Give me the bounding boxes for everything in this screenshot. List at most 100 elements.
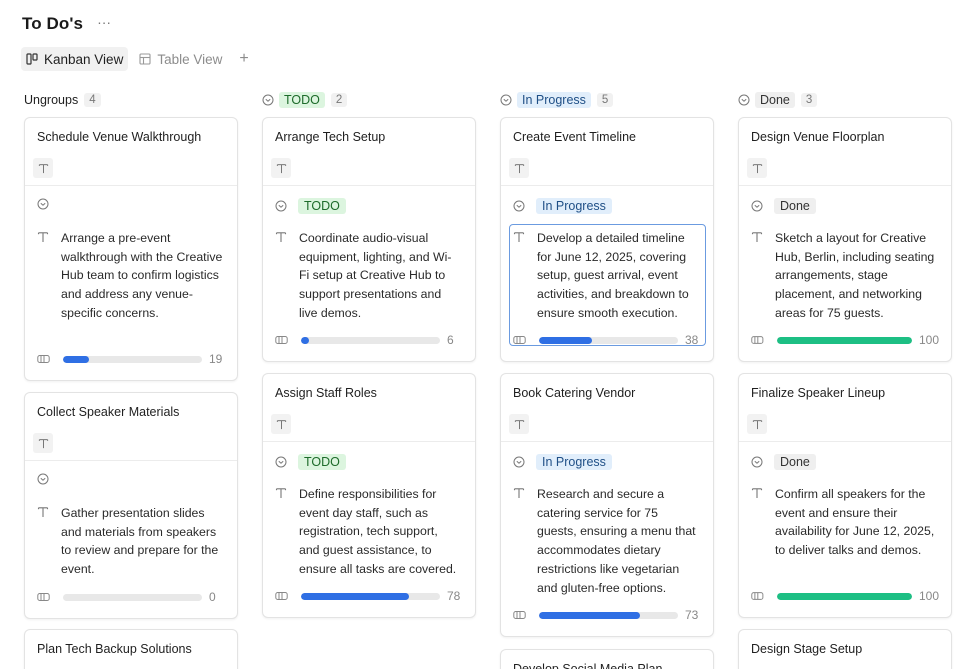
task-card[interactable]: Book Catering Vendor In Progress Research … [500,373,714,637]
card-description[interactable]: Confirm all speakers for the event and e… [775,485,943,560]
card-divider [263,441,475,442]
task-card[interactable]: Design Venue Floorplan Done Sketch a layou… [738,117,952,362]
column-header[interactable]: In Progress 5 [500,90,614,109]
progress-bar[interactable] [539,611,678,619]
text-property-badge [33,433,53,453]
progress-fill [539,611,641,619]
status-icon [738,94,750,105]
text-type-icon [38,438,48,448]
card-title: Book Catering Vendor [513,386,636,400]
task-card[interactable]: Collect Speaker Materials Gather presenta… [24,392,238,619]
progress-bar[interactable] [301,336,440,344]
progress-bar[interactable] [301,592,440,600]
text-property-badge [747,158,767,178]
progress-value: 6 [447,333,454,347]
tab-label: Table View [157,51,223,67]
card-description[interactable]: Gather presentation slides and materials… [61,504,229,579]
progress-bar[interactable] [63,593,202,601]
status-badge[interactable]: In Progress [536,454,612,470]
status-row: TODO [275,454,346,470]
card-divider [501,185,713,186]
view-tabs: Kanban View Table View + [21,47,249,71]
status-badge[interactable]: TODO [298,198,346,214]
progress-fill [776,336,912,344]
status-icon [751,200,763,212]
column-header[interactable]: Done 3 [738,90,818,109]
progress-row: 100 [751,589,939,603]
description-row: Research and secure a catering service f… [513,485,705,597]
add-view-button[interactable]: + [239,51,248,67]
progress-bar[interactable] [539,336,678,344]
card-title: Design Venue Floorplan [751,130,885,144]
progress-icon [751,592,764,600]
task-card[interactable]: Create Event Timeline In Progress Develop … [500,117,714,362]
progress-value: 73 [685,608,699,622]
card-title: Plan Tech Backup Solutions [37,642,192,656]
task-card[interactable]: Schedule Venue Walkthrough Arrange a pre-… [24,117,238,381]
card-divider [25,185,237,186]
status-icon [37,198,49,210]
page-header: To Do's ··· [22,14,111,34]
status-badge[interactable]: Done [774,198,816,214]
progress-bar[interactable] [63,355,202,363]
status-icon [751,456,763,468]
card-description[interactable]: Research and secure a catering service f… [537,485,705,597]
card-divider [263,185,475,186]
task-card[interactable]: Design Stage Setup [738,629,952,669]
tab-table-view[interactable]: Table View [134,47,227,71]
column-count: 4 [84,92,101,107]
status-badge[interactable]: In Progress [536,198,612,214]
progress-bar[interactable] [776,336,912,344]
text-icon [37,507,49,517]
progress-row: 19 [37,352,225,366]
status-row: In Progress [513,454,612,470]
description-row: Gather presentation slides and materials… [37,504,229,579]
progress-icon [513,611,526,619]
status-icon [500,94,512,105]
progress-fill [301,336,310,344]
status-icon [513,456,525,468]
card-divider [739,185,951,186]
progress-value: 100 [918,589,939,603]
column-label: Ungroups [24,92,79,107]
column-header[interactable]: TODO 2 [262,90,348,109]
more-options-button[interactable]: ··· [97,15,111,33]
status-badge[interactable]: Done [774,454,816,470]
progress-icon [751,336,764,344]
status-row [37,198,49,210]
text-type-icon [752,163,762,173]
task-card[interactable]: Plan Tech Backup Solutions [24,629,238,669]
card-description[interactable]: Arrange a pre-event walkthrough with the… [61,229,229,323]
progress-fill [63,355,90,363]
column-label: TODO [279,91,325,108]
status-icon [275,200,287,212]
progress-value: 100 [918,333,939,347]
task-card[interactable]: Assign Staff Roles TODO Define responsibil… [262,373,476,618]
table-icon [139,53,151,65]
status-row: Done [751,454,816,470]
progress-bar[interactable] [776,592,912,600]
text-property-badge [509,158,529,178]
card-description[interactable]: Develop a detailed timeline for June 12,… [537,229,705,323]
progress-icon [275,592,288,600]
progress-icon [37,355,50,363]
column-count: 5 [596,92,614,107]
card-description[interactable]: Sketch a layout for Creative Hub, Berlin… [775,229,943,323]
text-type-icon [514,419,524,429]
status-row [37,473,49,485]
task-card[interactable]: Develop Social Media Plan [500,649,714,669]
card-title: Collect Speaker Materials [37,405,180,419]
column-header[interactable]: Ungroups 4 [24,90,101,109]
text-icon [513,232,525,242]
card-description[interactable]: Coordinate audio-visual equipment, light… [299,229,467,323]
progress-value: 0 [209,590,216,604]
text-property-badge [271,158,291,178]
text-icon [751,488,763,498]
card-title: Design Stage Setup [751,642,863,656]
card-description[interactable]: Define responsibilities for event day st… [299,485,467,579]
status-badge[interactable]: TODO [298,454,346,470]
tab-kanban-view[interactable]: Kanban View [21,47,129,71]
card-divider [739,441,951,442]
task-card[interactable]: Arrange Tech Setup TODO Coordinate audio-v… [262,117,476,362]
task-card[interactable]: Finalize Speaker Lineup Done Confirm all s… [738,373,952,618]
